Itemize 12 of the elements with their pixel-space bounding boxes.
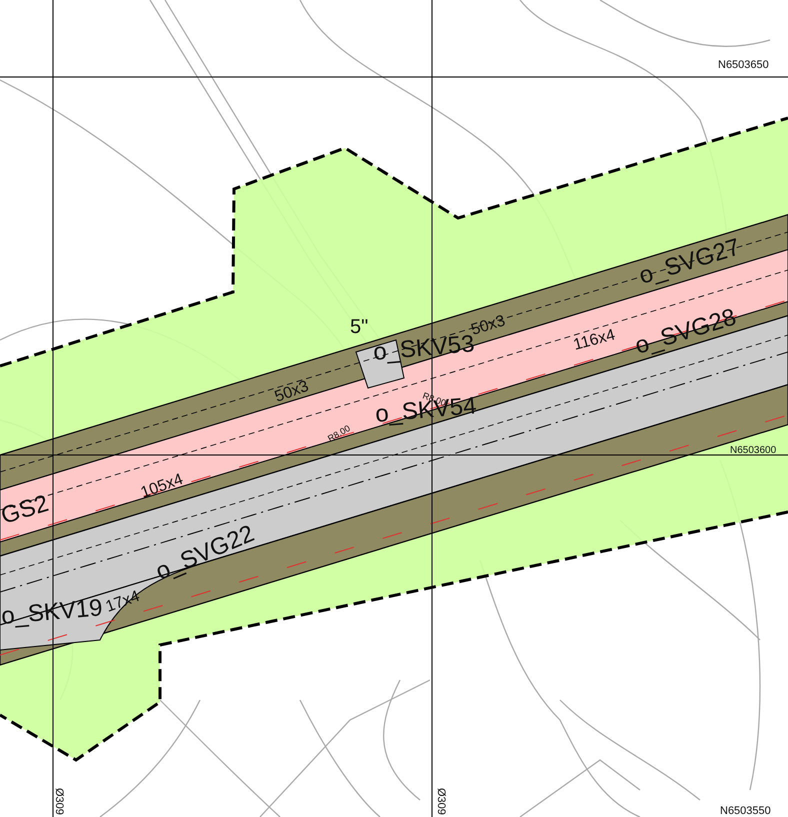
grid-coordinate: Ø309 [53, 788, 65, 815]
dimension-label: 105x4 [138, 470, 186, 502]
grid-coordinate: Ø309 [435, 788, 447, 815]
dimension-label: 116x4 [572, 326, 617, 354]
dimension-label: 5" [350, 316, 368, 338]
dimension-label: 17x4 [104, 588, 142, 616]
grid-coordinate: N6503600 [730, 445, 776, 456]
area-label: GS2 [0, 490, 52, 530]
dimension-label: 50x3 [272, 378, 311, 406]
area-label: o_SKV19 [0, 594, 104, 630]
grid-coordinate: N6503550 [720, 805, 771, 817]
grid-coordinate: N6503650 [718, 59, 769, 71]
